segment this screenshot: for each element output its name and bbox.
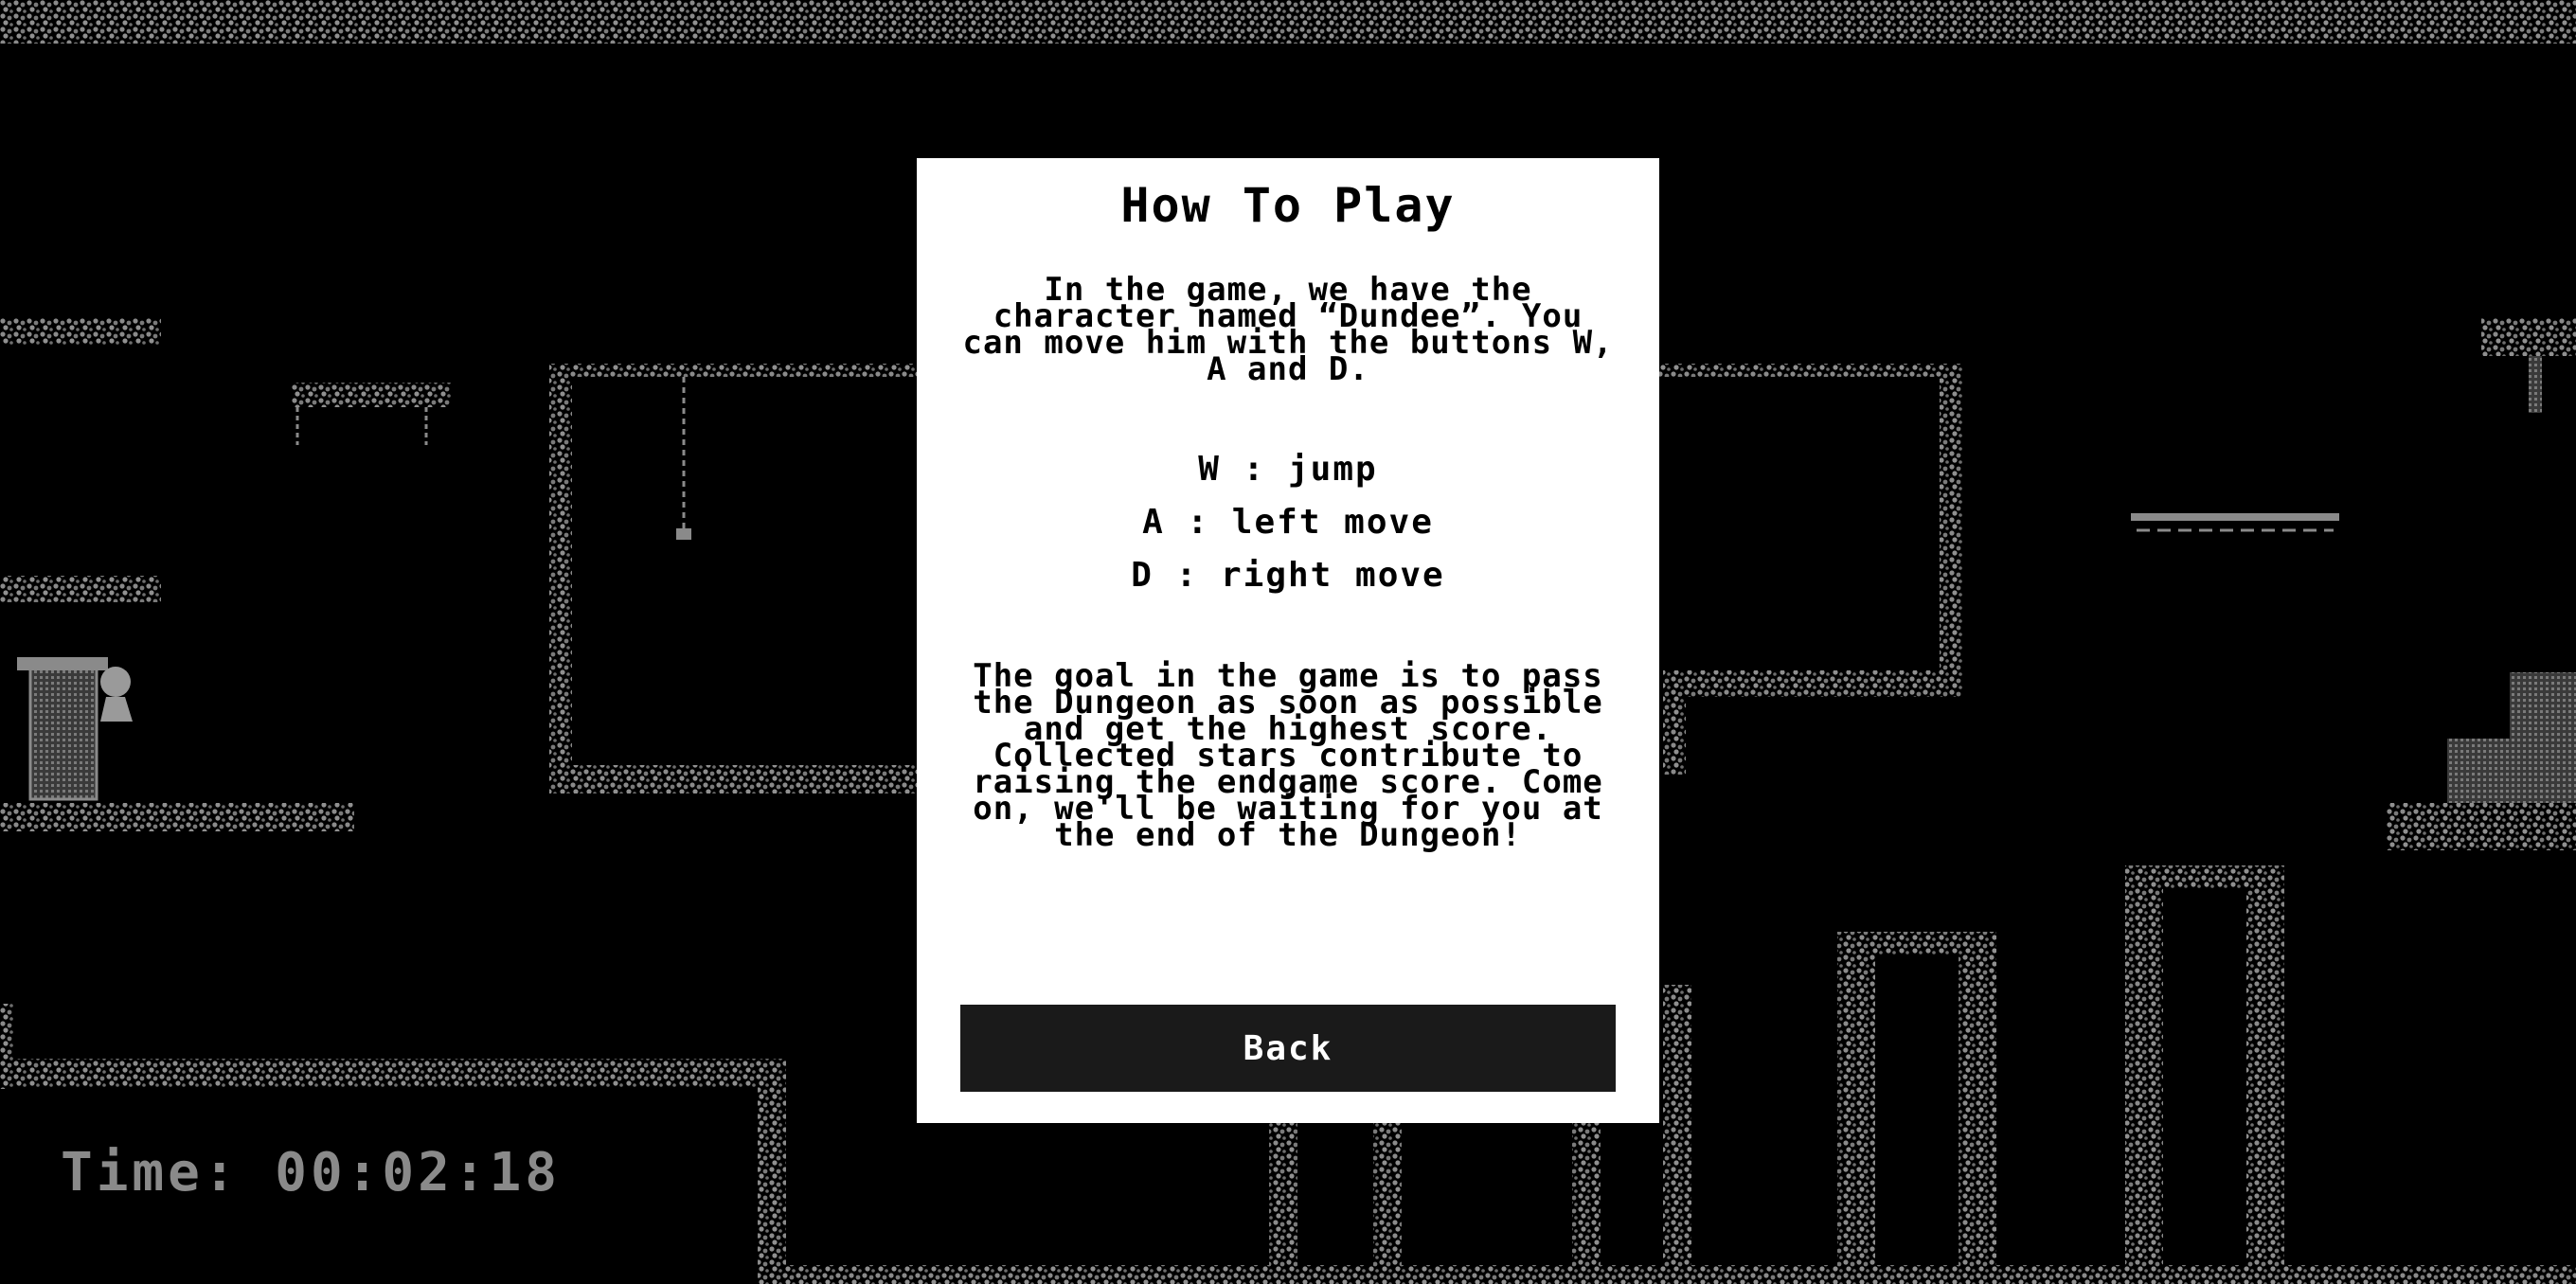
control-right: D : right move	[1131, 556, 1445, 595]
ledge	[2481, 318, 2576, 356]
pillar	[2246, 865, 2284, 1284]
dialog-title: How To Play	[1120, 178, 1456, 233]
pillar	[1837, 932, 1875, 1284]
ledge	[292, 383, 451, 407]
ledge	[0, 576, 161, 602]
pillar	[1572, 1117, 1601, 1284]
ceiling	[0, 0, 2576, 44]
room-left-wall	[549, 364, 572, 780]
pillar	[1373, 1117, 1402, 1284]
intro-text: In the game, we have the character named…	[962, 271, 1614, 388]
how-to-play-dialog: How To Play In the game, we have the cha…	[917, 158, 1659, 1123]
goal-text: The goal in the game is to pass the Dung…	[973, 657, 1603, 854]
pillar	[1959, 932, 1996, 1284]
pillar	[1663, 985, 1691, 1284]
elapsed-time: Time: 00:02:18	[61, 1142, 562, 1204]
pillar	[1269, 1117, 1297, 1284]
brick-wall	[2510, 672, 2576, 739]
pit-wall	[758, 1059, 786, 1284]
room-right-wall	[1940, 364, 1962, 686]
brick-wall	[2447, 739, 2576, 805]
step-ledge	[1663, 670, 1962, 697]
ledge	[0, 803, 354, 831]
floor	[0, 1059, 786, 1087]
floor	[758, 1265, 2576, 1284]
ledge	[2387, 803, 2576, 850]
room-floor	[549, 765, 928, 794]
player-character	[100, 667, 131, 697]
ledge	[0, 318, 161, 345]
back-button[interactable]: Back	[960, 1005, 1616, 1092]
controls-list: W : jump A : left move D : right move	[960, 443, 1616, 602]
control-left: A : left move	[1142, 503, 1434, 542]
pillar	[2125, 865, 2163, 1284]
control-jump: W : jump	[1198, 450, 1378, 489]
moving-platform	[2131, 513, 2339, 521]
start-door	[28, 667, 98, 801]
